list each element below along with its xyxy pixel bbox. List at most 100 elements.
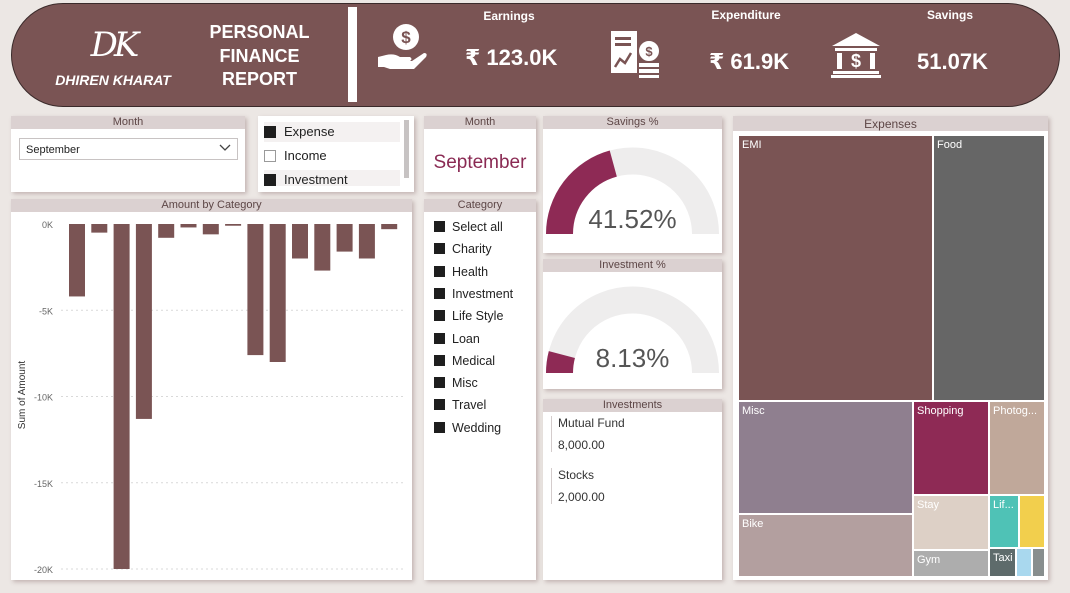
treemap-cell[interactable] (1019, 495, 1045, 548)
bar[interactable] (202, 224, 219, 235)
investments-card: Investments Mutual Fund 8,000.00 Stocks … (543, 399, 722, 580)
checkbox-checked-icon (434, 332, 445, 344)
bar[interactable] (180, 224, 197, 228)
type-item-income[interactable]: Income (264, 146, 400, 166)
category-item[interactable]: Select all (434, 218, 503, 236)
logo-monogram: DK (90, 25, 140, 65)
report-title-line: PERSONAL (209, 22, 310, 42)
bar[interactable] (225, 224, 242, 226)
brand-logo: DK DHIREN KHARAT (48, 28, 178, 88)
bar[interactable] (135, 224, 152, 419)
month-card-value: September (433, 152, 527, 173)
bar[interactable] (292, 224, 308, 259)
category-item[interactable]: Charity (434, 240, 492, 258)
category-item[interactable]: Misc (434, 374, 478, 392)
bar[interactable] (69, 224, 85, 297)
treemap-cell-label: Shopping (917, 405, 964, 417)
type-slicer-scrollbar[interactable] (404, 120, 409, 178)
treemap-cell-label: Food (937, 139, 963, 151)
category-item[interactable]: Travel (434, 396, 486, 414)
bar[interactable] (91, 224, 108, 233)
category-item-label: Misc (452, 376, 478, 391)
savings-gauge-card: Savings % 41.52% (543, 116, 722, 253)
checkbox-checked-icon (434, 421, 445, 433)
type-item-label: Income (284, 148, 327, 163)
treemap-cell[interactable]: Shopping (913, 401, 989, 495)
treemap-cell[interactable] (1032, 548, 1045, 577)
investment-gauge-card: Investment % 8.13% (543, 259, 722, 389)
checkbox-checked-icon (434, 399, 445, 411)
bar[interactable] (269, 224, 286, 362)
amount-by-category-chart: Amount by Category 0K -5K -10K -15K -20K Sum … (11, 199, 412, 580)
checkbox-checked-icon (434, 243, 445, 255)
month-dropdown[interactable]: September (19, 138, 238, 160)
checkbox-checked-icon (434, 287, 445, 299)
bank-icon: $ (831, 33, 881, 78)
treemap-cell[interactable]: Misc (738, 401, 913, 514)
treemap-cell[interactable]: Photog... (989, 401, 1045, 495)
checkbox-checked-icon (434, 221, 445, 232)
investment-gauge-title: Investment % (543, 259, 722, 272)
earnings-value: ₹ 123.0K (465, 45, 558, 70)
category-item[interactable]: Investment (434, 285, 513, 303)
treemap-cell-label: Taxi (993, 552, 1013, 564)
category-item-label: Charity (452, 242, 492, 257)
chart-title: Amount by Category (11, 199, 412, 212)
bar[interactable] (158, 224, 175, 238)
header-divider (348, 7, 357, 102)
checkbox-checked-icon (264, 174, 276, 186)
savings-value: 51.07K (917, 49, 988, 74)
category-item-label: Select all (452, 220, 503, 234)
bar[interactable] (314, 224, 331, 271)
y-tick-label: 0K (42, 220, 53, 230)
treemap-cell[interactable]: EMI (738, 135, 933, 401)
investment-gauge-value: 8.13% (595, 343, 670, 373)
month-slicer: Month September (11, 116, 245, 192)
category-item[interactable]: Life Style (434, 307, 503, 325)
treemap-cell-label: Gym (917, 554, 941, 566)
treemap-cell[interactable]: Gym (913, 550, 989, 577)
category-item[interactable]: Health (434, 263, 488, 281)
checkbox-checked-icon (434, 310, 445, 322)
treemap-cell[interactable]: Taxi (989, 548, 1016, 577)
treemap-cell[interactable] (1016, 548, 1032, 577)
expenditure-label: Expenditure (711, 8, 781, 22)
treemap-cell[interactable]: Bike (738, 514, 913, 577)
bar[interactable] (336, 224, 353, 252)
investment-item-label: Mutual Fund (558, 416, 625, 430)
category-item-label: Investment (452, 286, 514, 301)
type-slicer: Expense Income Investment (258, 116, 414, 192)
category-item-label: Life Style (452, 309, 504, 324)
bar-chart-svg: 0K -5K -10K -15K -20K Sum of Amount (17, 220, 406, 575)
y-tick-label: -10K (34, 393, 53, 403)
category-item[interactable]: Loan (434, 330, 480, 348)
bar[interactable] (247, 224, 264, 356)
treemap-cell[interactable]: Stay (913, 495, 989, 550)
y-axis-label: Sum of Amount (17, 361, 28, 430)
money-hand-icon: $ (378, 24, 427, 69)
type-item-label: Expense (284, 124, 335, 139)
category-item[interactable]: Medical (434, 352, 495, 370)
y-tick-label: -15K (34, 479, 53, 489)
bill-coins-icon: $ (611, 31, 661, 78)
investment-item-label: Stocks (558, 468, 595, 482)
type-item-investment[interactable]: Investment (264, 170, 400, 186)
treemap-title: Expenses (733, 116, 1048, 131)
bar[interactable] (381, 224, 398, 230)
savings-gauge-value: 41.52% (588, 204, 677, 234)
expenses-treemap-card: Expenses EMI Food Misc Shopping Photog... Sta… (733, 116, 1048, 580)
y-tick-label: -5K (39, 306, 53, 316)
checkbox-unchecked-icon (264, 150, 276, 162)
treemap-cell[interactable]: Food (933, 135, 1045, 401)
svg-text:$: $ (645, 44, 653, 59)
checkbox-checked-icon (434, 377, 445, 389)
investment-item-mutual-fund: Mutual Fund 8,000.00 (551, 416, 625, 452)
bar[interactable] (113, 224, 130, 569)
treemap-cell[interactable]: Lif... (989, 495, 1019, 548)
report-title: PERSONAL FINANCE REPORT (202, 21, 317, 92)
type-item-expense[interactable]: Expense (264, 122, 400, 142)
checkbox-checked-icon (264, 126, 276, 138)
category-item[interactable]: Wedding (434, 419, 501, 437)
report-title-line: REPORT (221, 69, 297, 89)
bar[interactable] (358, 224, 375, 259)
